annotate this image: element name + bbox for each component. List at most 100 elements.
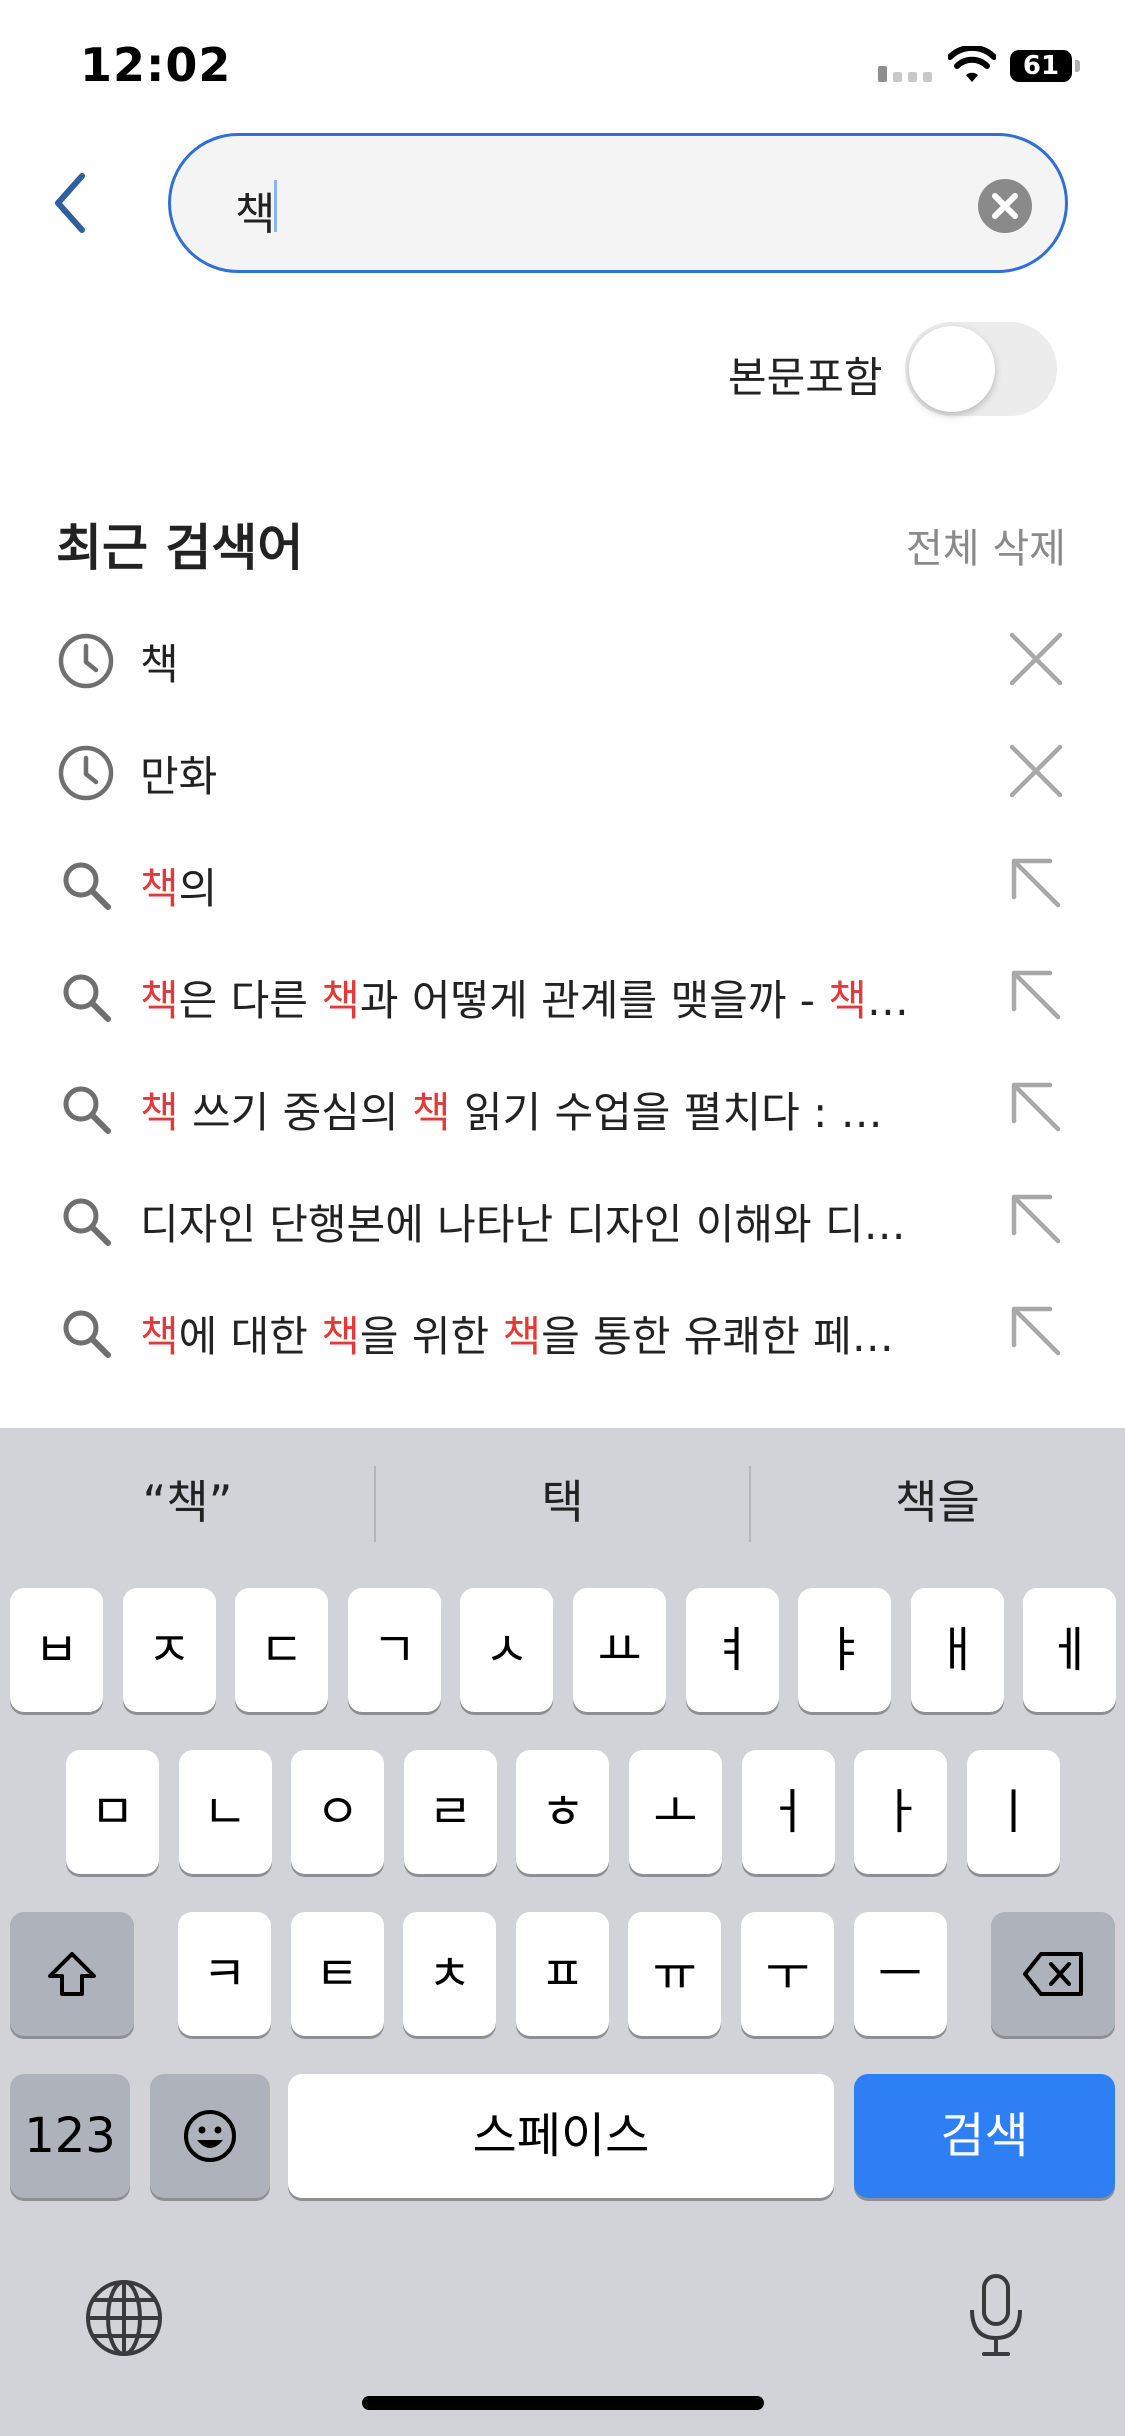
key[interactable]: ㄷ (235, 1588, 329, 1712)
backspace-key[interactable] (991, 1912, 1115, 2036)
recent-search-text[interactable]: 책 (140, 631, 960, 692)
key[interactable]: ㅌ (290, 1912, 384, 2036)
key-label: ㅗ (653, 1784, 698, 1840)
text-caret (274, 180, 277, 232)
key[interactable]: ㅈ (122, 1588, 216, 1712)
clear-icon[interactable] (978, 179, 1032, 233)
key[interactable]: ㅗ (629, 1750, 722, 1874)
key-label: ㅡ (878, 1946, 923, 2002)
recent-search-item[interactable]: 책에 대한 책을 위한 책을 통한 유쾌한 페… (0, 1275, 1125, 1387)
recent-search-item[interactable]: 책 쓰기 중심의 책 읽기 수업을 펼치다 : … (0, 1051, 1125, 1163)
chevron-left-icon[interactable] (46, 168, 96, 238)
keyboard-suggestion[interactable]: “책” (0, 1428, 375, 1576)
shift-icon (48, 1952, 96, 1996)
recent-search-item[interactable]: 책의 (0, 827, 1125, 939)
key-label: ㅛ (597, 1622, 642, 1678)
recent-search-text[interactable]: 책에 대한 책을 위한 책을 통한 유쾌한 페… (140, 1303, 960, 1364)
clear-all-button[interactable]: 전체 삭제 (906, 516, 1066, 574)
recent-search-text[interactable]: 디자인 단행본에 나타난 디자인 이해와 디… (140, 1191, 960, 1252)
include-body-toggle[interactable] (905, 322, 1057, 416)
numbers-key-label: 123 (24, 2108, 116, 2164)
numbers-key[interactable]: 123 (10, 2074, 130, 2198)
backspace-icon (1023, 1952, 1083, 1996)
search-text-part: 과 어떻게 관계를 맺을까 - (359, 976, 829, 1025)
arrow-up-left-icon[interactable] (1006, 1077, 1066, 1137)
recent-search-text[interactable]: 만화 (140, 743, 960, 804)
key[interactable]: ㄹ (403, 1750, 497, 1874)
key[interactable]: ㅔ (1023, 1588, 1117, 1712)
recent-searches-title: 최근 검색어 (56, 519, 304, 577)
key[interactable]: ㅍ (515, 1912, 609, 2036)
arrow-up-left-icon[interactable] (1006, 965, 1066, 1025)
recent-search-text[interactable]: 책 쓰기 중심의 책 읽기 수업을 펼치다 : … (140, 1079, 960, 1140)
query-highlight: 책 (828, 976, 867, 1025)
key[interactable]: ㅛ (573, 1588, 666, 1712)
key-label: ㅈ (147, 1622, 192, 1678)
key-label: ㄹ (428, 1784, 473, 1840)
query-highlight: 책 (140, 1088, 179, 1137)
search-text-part: 은 다른 (178, 976, 322, 1025)
arrow-up-left-icon[interactable] (1006, 853, 1066, 913)
arrow-up-left-icon[interactable] (1006, 1301, 1066, 1361)
keyboard-suggestion[interactable]: 택 (375, 1428, 750, 1576)
microphone-icon[interactable] (964, 2272, 1028, 2358)
recent-search-item[interactable]: 책은 다른 책과 어떻게 관계를 맺을까 - 책… (0, 939, 1125, 1051)
key-label: ㄷ (259, 1622, 304, 1678)
clock-icon (58, 633, 114, 689)
key[interactable]: ㅡ (853, 1912, 947, 2036)
key-label: ㅓ (766, 1784, 811, 1840)
key-label: ㅜ (765, 1946, 810, 2002)
recent-search-item[interactable]: 책 (0, 603, 1125, 715)
key-label: ㄱ (372, 1622, 417, 1678)
key[interactable]: ㅇ (291, 1750, 385, 1874)
key[interactable]: ㅂ (10, 1588, 103, 1712)
key[interactable]: ㅠ (628, 1912, 722, 2036)
recent-search-item[interactable]: 만화 (0, 715, 1125, 827)
search-icon (63, 974, 111, 1022)
key[interactable]: ㅏ (854, 1750, 948, 1874)
key[interactable]: ㅅ (460, 1588, 554, 1712)
key[interactable]: ㅕ (685, 1588, 779, 1712)
key[interactable]: ㅑ (798, 1588, 892, 1712)
query-highlight: 책 (140, 976, 179, 1025)
key-label: ㅍ (540, 1946, 585, 2002)
key[interactable]: ㅎ (516, 1750, 610, 1874)
key[interactable]: ㅁ (66, 1750, 159, 1874)
search-text-part: 책 (140, 640, 179, 689)
key[interactable]: ㅐ (910, 1588, 1004, 1712)
key-label: ㅁ (90, 1784, 135, 1840)
keyboard-suggestion[interactable]: 책을 (750, 1428, 1125, 1576)
key-label: ㅏ (878, 1784, 923, 1840)
search-key[interactable]: 검색 (854, 2074, 1115, 2198)
key[interactable]: ㅣ (966, 1750, 1060, 1874)
arrow-up-left-icon[interactable] (1006, 1189, 1066, 1249)
search-text-part: … (866, 976, 909, 1025)
key-label: ㅋ (202, 1946, 247, 2002)
key[interactable]: ㅜ (741, 1912, 834, 2036)
globe-icon[interactable] (84, 2278, 164, 2358)
key[interactable]: ㄴ (178, 1750, 272, 1874)
home-indicator[interactable] (362, 2396, 764, 2410)
space-key[interactable]: 스페이스 (288, 2074, 834, 2198)
recent-search-text[interactable]: 책은 다른 책과 어떻게 관계를 맺을까 - 책… (140, 967, 960, 1028)
search-icon (63, 1086, 111, 1134)
search-text-part: 에 대한 (178, 1312, 322, 1361)
search-icon (63, 1310, 111, 1358)
key-label: ㅐ (935, 1622, 980, 1678)
include-body-label: 본문포함 (728, 353, 883, 402)
close-icon[interactable] (1006, 741, 1066, 801)
shift-key[interactable] (10, 1912, 134, 2036)
key[interactable]: ㅋ (178, 1912, 271, 2036)
key[interactable]: ㄱ (347, 1588, 441, 1712)
search-text-part: 만화 (140, 752, 218, 801)
emoji-key[interactable] (150, 2074, 270, 2198)
search-field[interactable]: 책 (168, 133, 1068, 273)
key[interactable]: ㅓ (741, 1750, 835, 1874)
recent-search-item[interactable]: 디자인 단행본에 나타난 디자인 이해와 디… (0, 1163, 1125, 1275)
clock-icon (58, 745, 114, 801)
key[interactable]: ㅊ (403, 1912, 497, 2036)
key-label: ㅇ (315, 1784, 360, 1840)
search-input[interactable]: 책 (235, 178, 275, 242)
recent-search-text[interactable]: 책의 (140, 855, 960, 916)
close-icon[interactable] (1006, 629, 1066, 689)
